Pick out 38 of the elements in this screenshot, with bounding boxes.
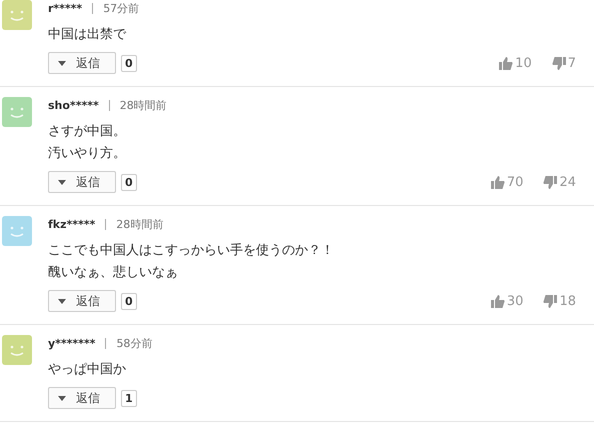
caret-icon xyxy=(58,180,66,184)
like-count: 30 xyxy=(506,294,524,308)
username[interactable]: y******* xyxy=(48,336,96,350)
timestamp: 57分前 xyxy=(103,0,140,16)
caret-icon xyxy=(58,298,66,304)
caret-icon xyxy=(58,396,66,400)
timestamp: 28時間前 xyxy=(120,98,167,112)
comment-text: 醜いなぁ、悲しいなぁ xyxy=(48,264,179,282)
reply-count: 0 xyxy=(121,292,137,310)
username[interactable]: sho***** xyxy=(48,98,99,112)
thumbs-up-icon[interactable] xyxy=(490,294,505,308)
reply-button[interactable]: 返信 xyxy=(48,387,116,409)
timestamp: 28時間前 xyxy=(116,216,164,232)
reply-count: 1 xyxy=(121,390,137,406)
thumbs-up-icon[interactable] xyxy=(499,56,514,70)
reply-button[interactable]: 返信 xyxy=(48,290,116,312)
reply-button[interactable]: 返信 xyxy=(48,52,116,74)
username[interactable]: r***** xyxy=(48,2,82,14)
dislike-count: 24 xyxy=(559,174,576,190)
thumbs-down-icon[interactable] xyxy=(543,294,558,308)
caret-icon xyxy=(58,60,66,66)
like-count: 10 xyxy=(515,56,532,70)
comment-text: ここでも中国人はこすっからい手を使うのか？！ xyxy=(48,242,335,260)
username[interactable]: fkz***** xyxy=(48,218,96,230)
comment-text: 汚いやり方。 xyxy=(48,145,127,163)
reply-count: 0 xyxy=(121,54,137,72)
thumbs-down-icon[interactable] xyxy=(552,56,566,70)
reply-button[interactable]: 返信 xyxy=(48,171,116,193)
dislike-count: 7 xyxy=(568,56,576,70)
timestamp: 58分前 xyxy=(116,336,152,350)
reply-count: 0 xyxy=(121,174,137,190)
thumbs-down-icon[interactable] xyxy=(543,176,558,188)
dislike-count: 18 xyxy=(559,294,576,308)
like-count: 70 xyxy=(506,174,524,190)
thumbs-up-icon[interactable] xyxy=(490,176,505,188)
comment-text: やっぱ中国か xyxy=(48,361,127,379)
comment-text: さすが中国。 xyxy=(48,123,127,141)
comment-text: 中国は出禁で xyxy=(48,26,128,44)
